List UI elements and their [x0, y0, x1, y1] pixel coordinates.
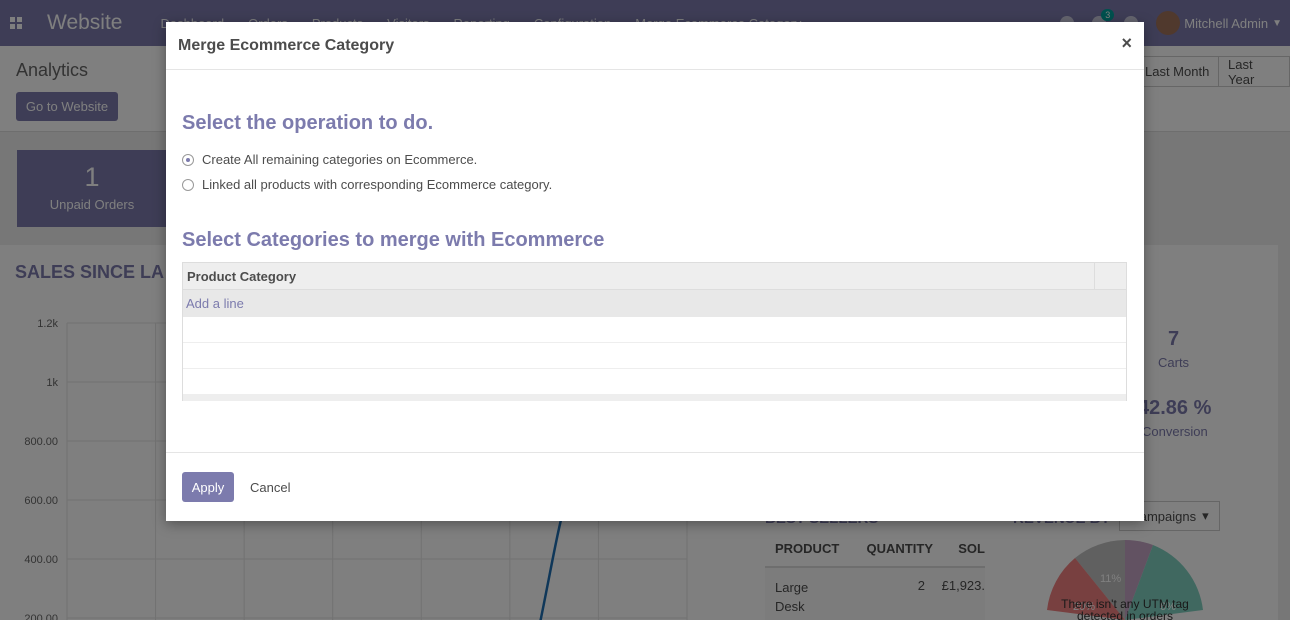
modal-footer: Apply Cancel — [166, 452, 1144, 521]
modal-body: Select the operation to do. Create All r… — [166, 70, 1144, 452]
category-table-header: Product Category — [183, 262, 1126, 290]
radio-create-all[interactable] — [182, 153, 194, 166]
radio-link-products[interactable] — [182, 178, 194, 191]
merge-category-dialog: Merge Ecommerce Category × Select the op… — [166, 22, 1144, 521]
table-row — [183, 343, 1126, 369]
table-row — [183, 317, 1126, 343]
modal-header: Merge Ecommerce Category × — [166, 22, 1144, 70]
add-line-link[interactable]: Add a line — [186, 296, 244, 311]
table-row — [183, 369, 1126, 395]
apply-button[interactable]: Apply — [182, 472, 234, 502]
option-link-products[interactable]: Linked all products with corresponding E… — [182, 172, 1128, 197]
add-line-row: Add a line — [183, 290, 1126, 317]
cancel-button[interactable]: Cancel — [250, 480, 290, 495]
table-footer — [183, 395, 1126, 401]
column-product-category[interactable]: Product Category — [183, 262, 1095, 290]
operation-heading: Select the operation to do. — [182, 112, 434, 134]
category-table: Product Category Add a line — [182, 262, 1127, 401]
close-icon[interactable]: × — [1121, 33, 1132, 54]
modal-title: Merge Ecommerce Category — [178, 36, 395, 54]
option-link-products-label: Linked all products with corresponding E… — [202, 177, 553, 192]
categories-heading: Select Categories to merge with Ecommerc… — [182, 229, 605, 251]
option-create-all-label: Create All remaining categories on Ecomm… — [202, 152, 478, 167]
option-create-all[interactable]: Create All remaining categories on Ecomm… — [182, 147, 1128, 172]
